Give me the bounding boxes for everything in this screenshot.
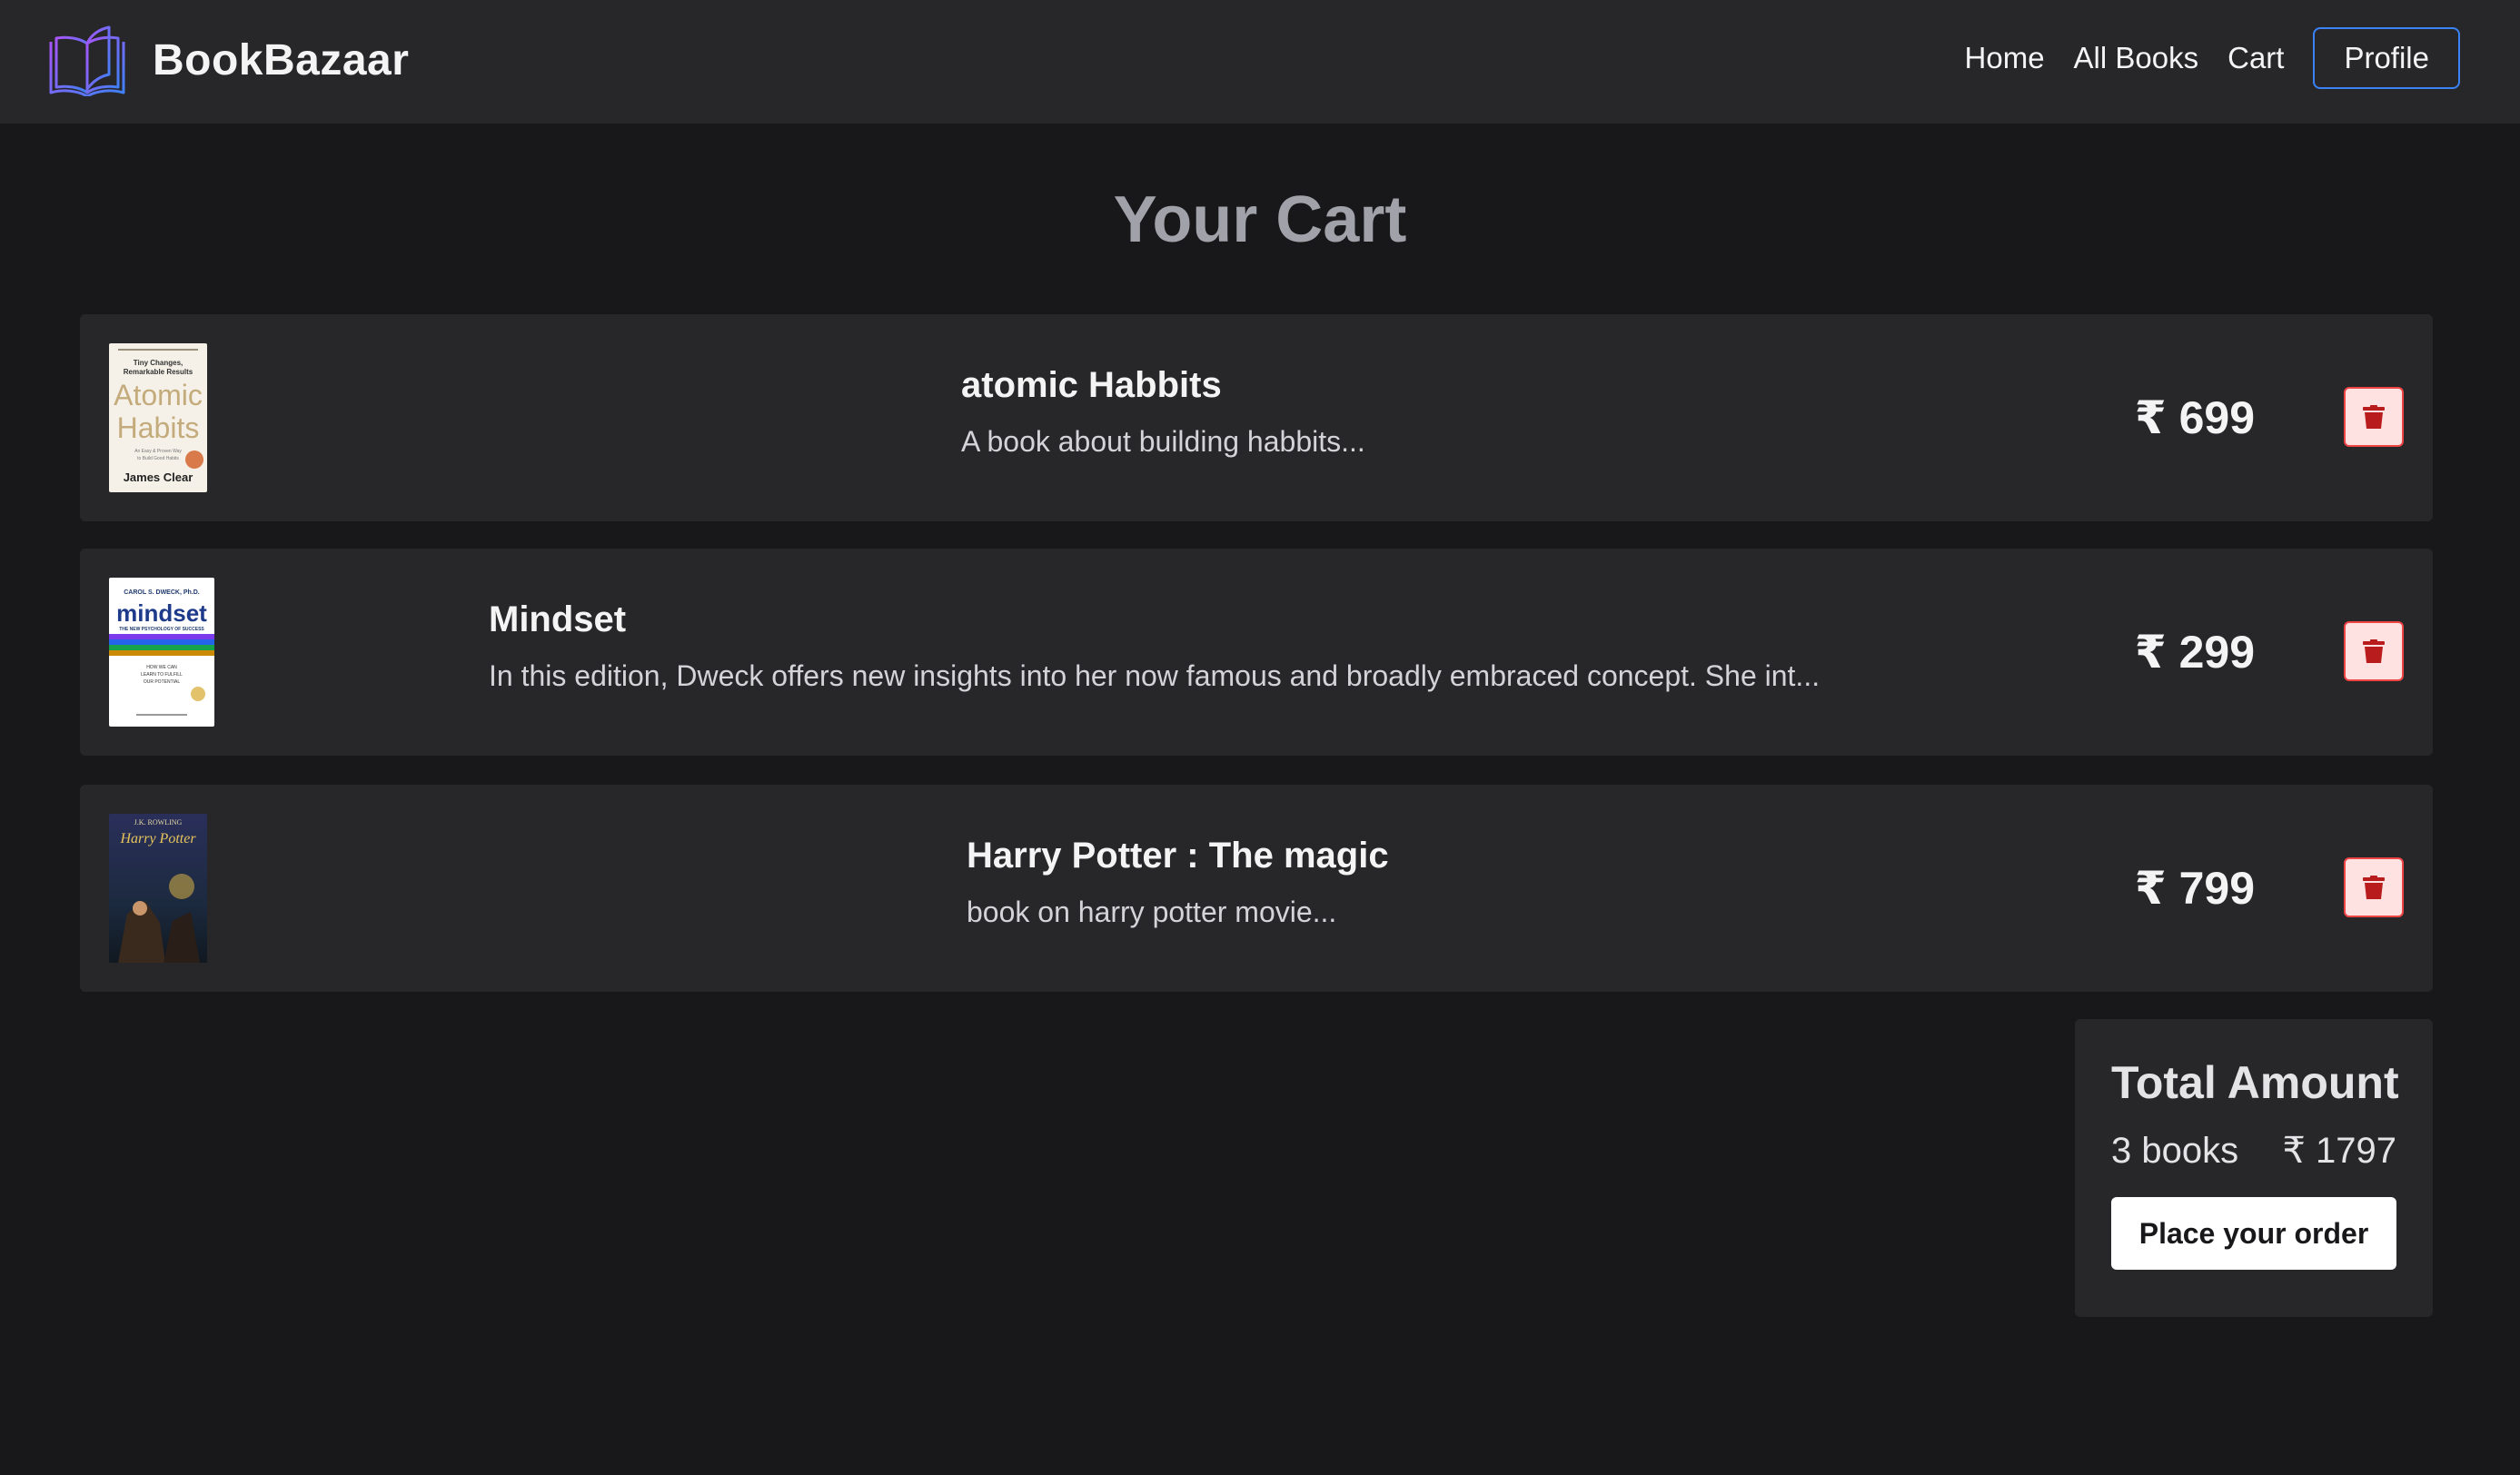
item-title[interactable]: Mindset	[489, 596, 1820, 643]
nav-all-books-link[interactable]: All Books	[2074, 41, 2199, 75]
page-title: Your Cart	[1113, 183, 1407, 256]
item-price: ₹ 799	[2134, 863, 2255, 914]
svg-text:Habits: Habits	[117, 411, 200, 444]
summary-title: Total Amount	[2111, 1057, 2399, 1108]
item-info: Harry Potter : The magic book on harry p…	[967, 832, 1389, 930]
item-price: ₹ 699	[2134, 392, 2255, 443]
remove-item-button[interactable]	[2344, 387, 2404, 447]
svg-text:Remarkable Results: Remarkable Results	[124, 368, 193, 376]
item-info: atomic Habbits A book about building hab…	[961, 361, 1365, 460]
book-cover-image[interactable]: CAROL S. DWECK, Ph.D. mindset THE NEW PS…	[109, 578, 214, 727]
svg-text:OUR POTENTIAL: OUR POTENTIAL	[144, 679, 181, 685]
open-book-icon	[49, 25, 125, 96]
navbar: BookBazaar Home All Books Cart Profile	[0, 0, 2520, 124]
total-amount: ₹ 1797	[2282, 1131, 2396, 1171]
svg-text:THE NEW PSYCHOLOGY OF SUCCESS: THE NEW PSYCHOLOGY OF SUCCESS	[119, 627, 204, 632]
svg-text:CAROL S. DWECK, Ph.D.: CAROL S. DWECK, Ph.D.	[124, 589, 200, 596]
svg-text:An Easy & Proven Way: An Easy & Proven Way	[134, 449, 182, 454]
remove-item-button[interactable]	[2344, 857, 2404, 917]
nav-cart-link[interactable]: Cart	[2227, 41, 2284, 75]
nav-home-link[interactable]: Home	[1965, 41, 2045, 75]
item-info: Mindset In this edition, Dweck offers ne…	[489, 596, 1820, 694]
item-title[interactable]: Harry Potter : The magic	[967, 832, 1389, 879]
book-cover-image[interactable]: J.K. ROWLING Harry Potter	[109, 814, 207, 963]
cart-item: Tiny Changes, Remarkable Results Atomic …	[80, 314, 2433, 521]
item-description: In this edition, Dweck offers new insigh…	[489, 659, 1821, 692]
svg-text:LEARN TO FULFILL: LEARN TO FULFILL	[141, 672, 183, 678]
trash-icon	[2363, 876, 2385, 899]
svg-text:Atomic: Atomic	[114, 379, 203, 411]
order-summary: Total Amount 3 books ₹ 1797 Place your o…	[2075, 1019, 2433, 1317]
brand-name: BookBazaar	[153, 35, 410, 84]
place-order-button[interactable]: Place your order	[2111, 1197, 2396, 1270]
item-description: book on harry potter movie...	[967, 896, 1337, 928]
book-count: 3 books	[2111, 1131, 2239, 1171]
profile-button[interactable]: Profile	[2313, 27, 2460, 89]
trash-icon	[2363, 639, 2385, 663]
svg-text:Harry Potter: Harry Potter	[119, 831, 196, 846]
svg-text:mindset: mindset	[116, 599, 207, 627]
trash-icon	[2363, 405, 2385, 429]
remove-item-button[interactable]	[2344, 621, 2404, 681]
brand[interactable]: BookBazaar	[49, 24, 409, 96]
item-description: A book about building habbits...	[961, 425, 1365, 458]
svg-text:Tiny Changes,: Tiny Changes,	[134, 359, 184, 367]
item-title[interactable]: atomic Habbits	[961, 361, 1365, 409]
cart-item: CAROL S. DWECK, Ph.D. mindset THE NEW PS…	[80, 549, 2433, 756]
nav-links: Home All Books Cart Profile	[1965, 27, 2460, 89]
svg-text:to Build Good Habits: to Build Good Habits	[137, 456, 179, 461]
item-price: ₹ 299	[2134, 627, 2255, 678]
summary-row: 3 books ₹ 1797	[2111, 1128, 2396, 1173]
svg-text:HOW WE CAN: HOW WE CAN	[146, 665, 177, 670]
svg-text:J.K. ROWLING: J.K. ROWLING	[134, 818, 183, 827]
book-cover-image[interactable]: Tiny Changes, Remarkable Results Atomic …	[109, 343, 207, 492]
cart-item: J.K. ROWLING Harry Potter Harry Potter :…	[80, 785, 2433, 992]
svg-text:James Clear: James Clear	[124, 470, 193, 484]
